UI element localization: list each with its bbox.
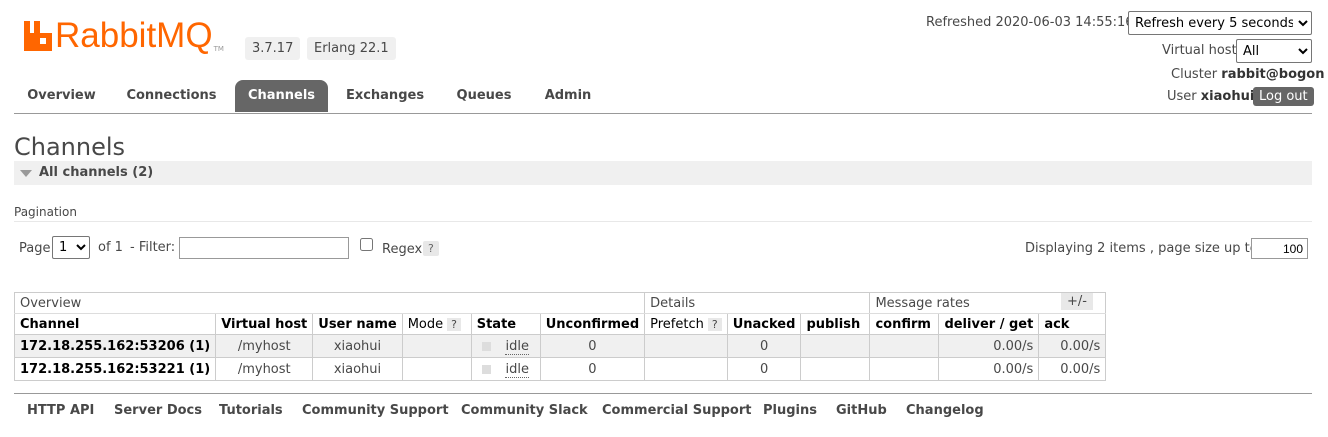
pagination-label: Pagination [14,205,77,219]
cell-prefetch [644,334,728,358]
table-row: 172.18.255.162:53206 (1) /myhost xiaohui… [13,334,1107,358]
page-of-label: of 1 [98,240,123,255]
main-nav: Overview Connections Channels Exchanges … [14,80,1312,114]
channel-link[interactable]: 172.18.255.162:53221 (1) [13,357,217,381]
refresh-interval-select[interactable]: Refresh every 5 seconds [1128,11,1312,35]
col-channel[interactable]: Channel [13,313,217,335]
footer-link-plugins[interactable]: Plugins [763,403,817,418]
group-overview: Overview [13,292,646,314]
cell-vhost: /myhost [215,334,314,358]
pagination-divider [14,221,1312,222]
regex-help-button[interactable]: ? [423,241,439,256]
cell-unconfirmed: 0 [539,334,646,358]
cell-vhost: /myhost [215,357,314,381]
cell-unacked: 0 [726,334,802,358]
tab-overview[interactable]: Overview [14,80,109,112]
cell-mode [401,334,472,358]
footer-divider [14,393,1312,394]
erlang-badge: Erlang 22.1 [307,37,396,60]
cell-ack: 0.00/s [1038,334,1107,358]
footer-link-http-api[interactable]: HTTP API [27,403,94,418]
cell-user: xiaohui [312,357,403,381]
col-user-name[interactable]: User name [312,313,403,335]
filter-label: - Filter: [130,240,176,255]
cell-deliver: 0.00/s [938,334,1040,358]
filter-input[interactable] [179,237,349,259]
table-row: 172.18.255.162:53221 (1) /myhost xiaohui… [13,357,1107,381]
virtual-host-label: Virtual host [1162,43,1237,58]
group-details: Details [644,292,871,314]
cell-publish [800,357,871,381]
cell-state: idle [470,334,541,358]
col-prefetch[interactable]: Prefetch? [644,313,728,335]
regex-label: Regex [382,242,423,257]
refreshed-timestamp: Refreshed 2020-06-03 14:55:16 [926,15,1134,30]
collapse-triangle-icon [20,170,32,177]
prefetch-help-button[interactable]: ? [707,317,722,331]
tab-exchanges[interactable]: Exchanges [338,80,432,112]
state-indicator-icon [482,364,492,374]
col-deliver-get[interactable]: deliver / get [938,313,1040,335]
footer-link-changelog[interactable]: Changelog [906,403,984,418]
footer-link-commercial-support[interactable]: Commercial Support [602,403,752,418]
virtual-host-select[interactable]: All [1236,39,1312,63]
cell-publish [800,334,871,358]
col-unacked[interactable]: Unacked [726,313,802,335]
tab-connections[interactable]: Connections [119,80,224,112]
footer-link-community-support[interactable]: Community Support [302,403,449,418]
tab-queues[interactable]: Queues [447,80,521,112]
footer-link-community-slack[interactable]: Community Slack [461,403,588,418]
tab-admin[interactable]: Admin [536,80,600,112]
cell-ack: 0.00/s [1038,357,1107,381]
channel-link[interactable]: 172.18.255.162:53206 (1) [13,334,217,358]
cell-prefetch [644,357,728,381]
col-publish[interactable]: publish [800,313,871,335]
footer-link-server-docs[interactable]: Server Docs [114,403,202,418]
page-title: Channels [14,133,126,161]
cell-unacked: 0 [726,357,802,381]
col-unconfirmed[interactable]: Unconfirmed [539,313,646,335]
version-badge: 3.7.17 [245,37,301,60]
footer-link-github[interactable]: GitHub [836,403,887,418]
all-channels-toggle[interactable]: All channels (2) [14,161,1312,185]
page-select[interactable]: 1 [52,236,90,259]
displaying-items: Displaying 2 items , page size up to: [1025,241,1263,256]
state-indicator-icon [482,341,492,351]
col-ack[interactable]: ack [1038,313,1107,335]
cell-state: idle [470,357,541,381]
cell-confirm [869,334,940,358]
page-label: Page [19,241,51,256]
columns-toggle-button[interactable]: +/- [1061,293,1093,310]
section-label: All channels (2) [39,165,154,180]
regex-checkbox[interactable] [360,238,373,251]
col-confirm[interactable]: confirm [869,313,940,335]
cell-mode [401,357,472,381]
footer-link-tutorials[interactable]: Tutorials [219,403,283,418]
cell-confirm [869,357,940,381]
logo-text: RabbitMQ [55,16,213,55]
cell-deliver: 0.00/s [938,357,1040,381]
cell-user: xiaohui [312,334,403,358]
col-mode[interactable]: Mode? [401,313,472,335]
col-virtual-host[interactable]: Virtual host [215,313,314,335]
logo-trademark: TM [213,45,224,53]
col-state[interactable]: State [470,313,541,335]
mode-help-button[interactable]: ? [447,317,461,331]
cell-unconfirmed: 0 [539,357,646,381]
tab-channels[interactable]: Channels [235,80,328,112]
page-size-input[interactable] [1251,238,1308,259]
channels-table: Overview Details Message rates Channel V… [13,292,1107,381]
rabbitmq-logo[interactable]: RabbitMQ TM [24,17,224,59]
rabbitmq-logo-icon [24,21,52,51]
